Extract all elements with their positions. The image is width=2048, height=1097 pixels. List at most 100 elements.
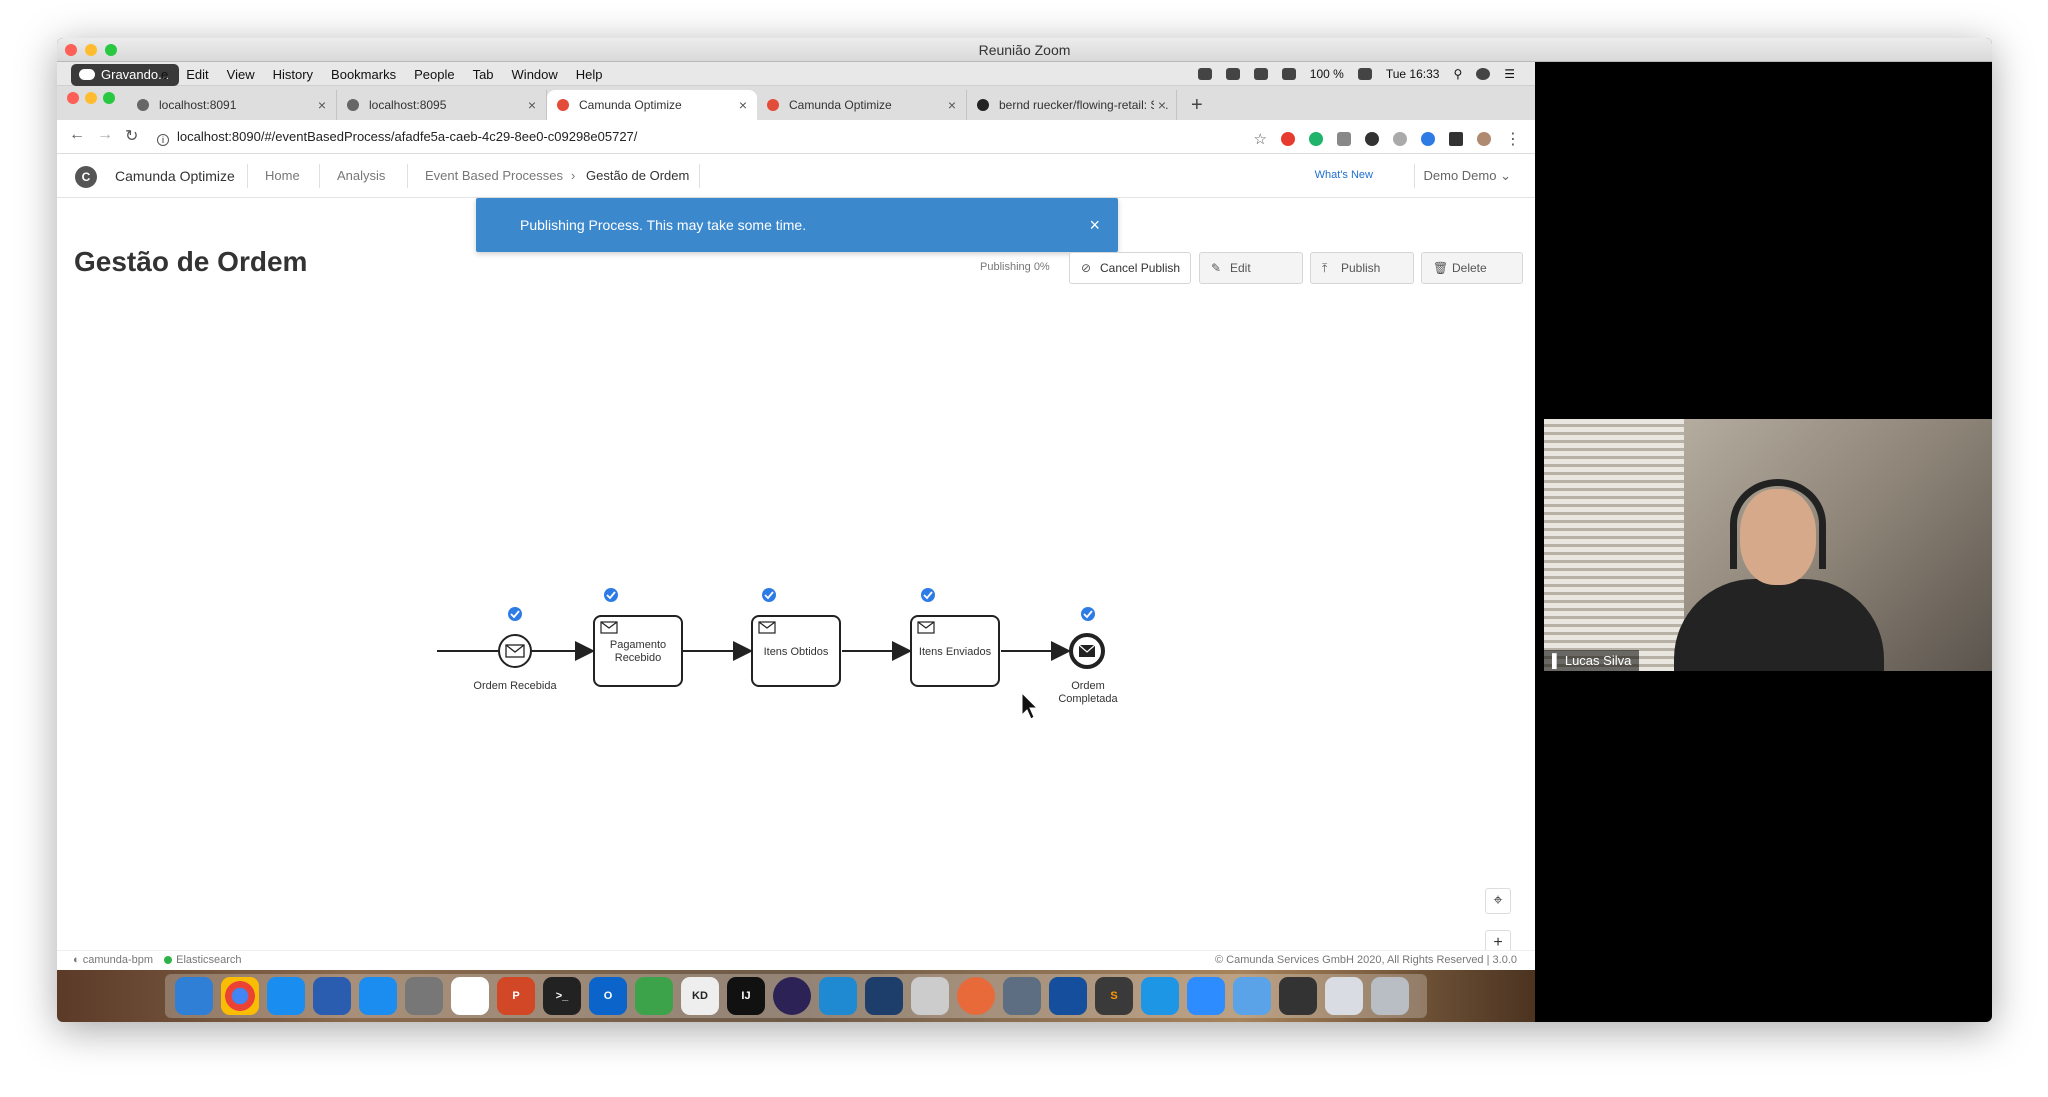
reload-icon[interactable]: ↻ [125,126,138,146]
app-brand[interactable]: Camunda Optimize [115,168,235,184]
new-tab-button[interactable]: + [1191,90,1203,120]
browser-tab[interactable]: Camunda Optimize × [757,90,967,120]
nav-home[interactable]: Home [265,168,300,183]
publish-button[interactable]: ⤒ Publish [1310,252,1414,284]
participant-name: Lucas Silva [1564,653,1632,668]
cast-extension-icon[interactable] [1393,132,1407,146]
reset-zoom-icon[interactable]: ⌖ [1485,888,1511,914]
menu-tab[interactable]: Tab [473,67,494,82]
firefox-icon[interactable] [313,977,351,1015]
system-preferences-icon[interactable] [405,977,443,1015]
menu-view[interactable]: View [227,67,255,82]
grammarly-extension-icon[interactable] [1309,132,1323,146]
browser-menu-icon[interactable]: ⋮ [1505,129,1521,149]
app-header: C Camunda Optimize Home Analysis Event B… [57,154,1535,198]
cloud-status-icon[interactable] [1197,68,1212,80]
tab-close-icon[interactable]: × [528,90,536,120]
nav-analysis[interactable]: Analysis [337,168,385,183]
notification-close-icon[interactable]: × [1089,198,1100,252]
check-badge-icon [604,588,618,602]
browser-tab[interactable]: localhost:8091 × [127,90,337,120]
forward-arrow-icon[interactable]: → [97,126,113,144]
wifi-icon[interactable] [1281,68,1296,80]
cancel-publish-button[interactable]: ⊘ Cancel Publish [1069,252,1191,284]
sourcetree-icon[interactable] [635,977,673,1015]
info-icon[interactable]: i [157,134,169,146]
menu-bookmarks[interactable]: Bookmarks [331,67,396,82]
window-extension-icon[interactable] [1449,132,1463,146]
terminal-icon[interactable]: >_ [543,977,581,1015]
back-arrow-icon[interactable]: ← [69,126,85,144]
slack-icon[interactable] [451,977,489,1015]
outlook-icon[interactable]: O [589,977,627,1015]
whats-new-link[interactable]: What's New [1315,169,1373,181]
browser-tab[interactable]: localhost:8095 × [337,90,547,120]
participant-body [1674,579,1884,671]
docker-icon[interactable] [1141,977,1179,1015]
browser-tab[interactable]: bernd ruecker/flowing-retail: S... × [967,90,1177,120]
upload-status-icon[interactable] [1253,68,1268,80]
screenshot-folder-icon[interactable] [1279,977,1317,1015]
globe-icon [137,99,149,111]
user-menu[interactable]: Demo Demo ⌄ [1424,168,1512,184]
circle-extension-icon[interactable] [1365,132,1379,146]
tab-close-icon[interactable]: × [318,90,326,120]
app-store-icon[interactable] [359,977,397,1015]
end-event[interactable] [1069,633,1105,669]
folder-icon[interactable] [1233,977,1271,1015]
intellij-icon[interactable]: IJ [727,977,765,1015]
camera-extension-icon[interactable] [1337,132,1351,146]
breadcrumb-event-processes[interactable]: Event Based Processes [425,168,563,183]
menubar-clock[interactable]: Tue 16:33 [1386,67,1440,81]
tab-close-icon[interactable]: × [739,90,747,120]
ring-extension-icon[interactable] [1421,132,1435,146]
browser-tab-active[interactable]: Camunda Optimize × [547,90,757,120]
irpf-icon[interactable] [1049,977,1087,1015]
siri-icon[interactable] [1476,68,1491,80]
docker-status-icon[interactable] [1225,68,1240,80]
downloads-icon[interactable] [1325,977,1363,1015]
tab-close-icon[interactable]: × [948,90,956,120]
powerpoint-icon[interactable]: P [497,977,535,1015]
menu-edit[interactable]: Edit [186,67,208,82]
safari-icon[interactable] [267,977,305,1015]
kdiff3-icon[interactable]: KD [681,977,719,1015]
menu-help[interactable]: Help [576,67,603,82]
opera-extension-icon[interactable] [1281,132,1295,146]
mysql-workbench-icon[interactable] [865,977,903,1015]
delete-button[interactable]: 🗑 Delete [1421,252,1523,284]
menu-window[interactable]: Window [512,67,558,82]
participant-video[interactable]: ▌ Lucas Silva [1544,419,1992,671]
end-event-label-line1: Ordem [1071,680,1105,692]
profile-avatar[interactable] [1477,132,1491,146]
menu-history[interactable]: History [273,67,313,82]
spotlight-icon[interactable]: ⚲ [1453,67,1462,81]
eclipse-icon[interactable] [773,977,811,1015]
address-bar[interactable]: i localhost:8090/#/eventBasedProcess/afad… [157,129,637,146]
notification-center-icon[interactable]: ☰ [1504,67,1515,81]
browser-maximize-button[interactable] [103,92,115,104]
task-pagamento-recebido[interactable] [593,615,683,687]
finder-icon[interactable] [175,977,213,1015]
virtualbox-icon[interactable] [1003,977,1041,1015]
bpmn-canvas[interactable]: Ordem Recebida Pagamento Recebido Itens … [57,302,1535,981]
battery-percent[interactable]: 100 % [1310,67,1344,81]
battery-icon[interactable] [1357,68,1372,80]
sublime-icon[interactable]: S [1095,977,1133,1015]
postman-icon[interactable] [957,977,995,1015]
vscode-icon[interactable] [819,977,857,1015]
github-icon [977,99,989,111]
edit-button[interactable]: ✎ Edit [1199,252,1303,284]
menu-people[interactable]: People [414,67,454,82]
trash-icon[interactable] [1371,977,1409,1015]
tab-close-icon[interactable]: × [1153,90,1166,120]
camunda-logo-icon[interactable]: C [75,166,97,188]
zoom-icon[interactable] [1187,977,1225,1015]
start-event[interactable] [498,634,532,668]
menu-file-partial[interactable]: e [161,67,168,82]
database-icon[interactable] [911,977,949,1015]
browser-close-button[interactable] [67,92,79,104]
browser-minimize-button[interactable] [85,92,97,104]
chrome-icon[interactable] [221,977,259,1015]
bookmark-star-icon[interactable]: ☆ [1254,130,1267,148]
